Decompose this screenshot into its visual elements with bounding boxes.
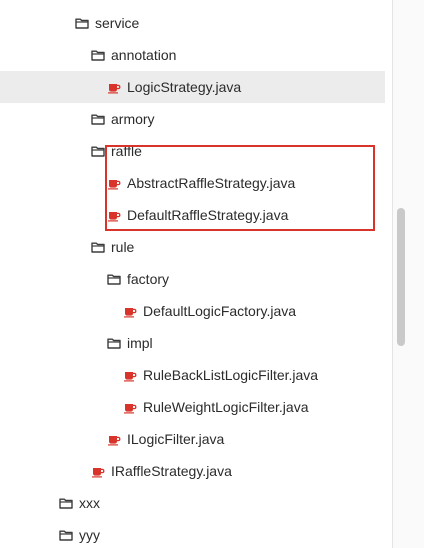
folder-icon [90,239,106,255]
folder-node-yyy[interactable]: yyy [0,519,385,548]
folder-node-raffle[interactable]: raffle [0,135,385,167]
folder-node-rule[interactable]: rule [0,231,385,263]
file-node-abstractrafflestrategy-java[interactable]: AbstractRaffleStrategy.java [0,167,385,199]
tree-node-label: yyy [79,527,100,543]
java-class-icon [122,303,138,319]
folder-icon [106,335,122,351]
folder-icon [90,111,106,127]
folder-icon [74,15,90,31]
java-class-icon [122,367,138,383]
tree-node-label: AbstractRaffleStrategy.java [127,175,296,191]
file-node-logicstrategy-java[interactable]: LogicStrategy.java [0,71,385,103]
tree-node-label: service [95,15,140,31]
tree-node-label: DefaultLogicFactory.java [143,303,297,319]
folder-node-impl[interactable]: impl [0,327,385,359]
folder-icon [58,527,74,543]
java-class-icon [106,431,122,447]
file-node-ilogicfilter-java[interactable]: ILogicFilter.java [0,423,385,455]
folder-icon [58,495,74,511]
tree-node-label: xxx [79,495,100,511]
tree-node-label: LogicStrategy.java [127,79,242,95]
tree-node-label: IRaffleStrategy.java [111,463,232,479]
java-class-icon [106,79,122,95]
file-node-irafflestrategy-java[interactable]: IRaffleStrategy.java [0,455,385,487]
tree-node-label: raffle [111,143,142,159]
java-class-icon [90,463,106,479]
folder-node-annotation[interactable]: annotation [0,39,385,71]
java-class-icon [122,399,138,415]
folder-icon [106,271,122,287]
folder-icon [90,143,106,159]
folder-node-service[interactable]: service [0,7,385,39]
scrollbar-thumb[interactable] [397,208,405,346]
project-file-tree: service annotation LogicStrategy.java armor… [0,0,424,548]
tree-node-label: impl [127,335,153,351]
tree-node-label: annotation [111,47,177,63]
tree-node-label: RuleBackListLogicFilter.java [143,367,319,383]
java-class-icon [106,207,122,223]
file-node-defaultlogicfactory-java[interactable]: DefaultLogicFactory.java [0,295,385,327]
java-class-icon [106,175,122,191]
folder-icon [90,47,106,63]
file-node-ruleweightlogicfilter-java[interactable]: RuleWeightLogicFilter.java [0,391,385,423]
tree-node-label: armory [111,111,155,127]
tree-node-label: rule [111,239,135,255]
file-node-defaultrafflestrategy-java[interactable]: DefaultRaffleStrategy.java [0,199,385,231]
folder-node-factory[interactable]: factory [0,263,385,295]
folder-node-armory[interactable]: armory [0,103,385,135]
tree-node-label: DefaultRaffleStrategy.java [127,207,289,223]
tree-node-label: factory [127,271,170,287]
tree-node-label: ILogicFilter.java [127,431,225,447]
folder-node-xxx[interactable]: xxx [0,487,385,519]
file-node-rulebacklistlogicfilter-java[interactable]: RuleBackListLogicFilter.java [0,359,385,391]
tree-node-label: RuleWeightLogicFilter.java [143,399,309,415]
